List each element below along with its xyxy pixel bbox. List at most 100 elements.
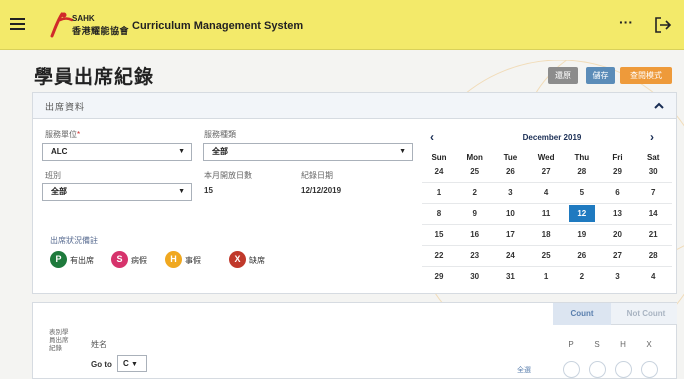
goto-letter-select[interactable]: C ▼: [117, 355, 147, 372]
calendar: ‹ December 2019 › Sun Mon Tue Wed Thu Fri Sat 2…: [422, 125, 672, 293]
select-all-button[interactable]: 全選: [517, 365, 531, 375]
calendar-weekday-header: Thu: [574, 153, 590, 162]
top-app-bar: SAHK 香港耀能協會 Curriculum Management System…: [0, 0, 684, 50]
calendar-day[interactable]: 17: [493, 226, 527, 243]
attendance-panel-header: 出席資料: [33, 93, 676, 119]
calendar-day[interactable]: 21: [636, 226, 670, 243]
calendar-day[interactable]: 24: [493, 247, 527, 264]
calendar-day[interactable]: 2: [458, 184, 492, 201]
calendar-month-label: December 2019: [522, 133, 582, 142]
chevron-down-icon: ▼: [399, 148, 406, 155]
calendar-row-divider: [422, 224, 672, 225]
logo-abbreviation: SAHK: [72, 14, 95, 23]
calendar-day[interactable]: 12: [568, 205, 595, 222]
calendar-day[interactable]: 6: [601, 184, 635, 201]
calendar-day[interactable]: 26: [493, 163, 527, 180]
calendar-weekday-header: Wed: [537, 153, 555, 162]
calendar-day[interactable]: 3: [493, 184, 527, 201]
calendar-day[interactable]: 31: [493, 268, 527, 285]
calendar-day[interactable]: 4: [636, 268, 670, 285]
select-all-status-radio[interactable]: [615, 361, 632, 378]
calendar-row-divider: [422, 182, 672, 183]
chevron-down-icon: ▼: [178, 188, 185, 195]
status-column-header: H: [620, 340, 626, 349]
page-title: 學員出席紀錄: [34, 67, 155, 88]
calendar-day[interactable]: 18: [529, 226, 563, 243]
calendar-day[interactable]: 28: [565, 163, 599, 180]
roster-panel: 表別學員出席紀錄 姓名 Go to C ▼ Count Not Count P S…: [32, 302, 677, 379]
calendar-day[interactable]: 1: [422, 184, 456, 201]
open-days-label: 本月開放日數: [204, 171, 252, 180]
legend-label: 有出席: [70, 256, 94, 265]
calendar-day[interactable]: 8: [422, 205, 456, 222]
save-button[interactable]: 儲存: [586, 67, 615, 84]
calendar-day[interactable]: 29: [422, 268, 456, 285]
calendar-day[interactable]: 2: [565, 268, 599, 285]
class-select[interactable]: 全部 ▼: [42, 183, 192, 201]
open-days-value: 15: [204, 186, 213, 195]
chevron-down-icon: ▼: [131, 361, 138, 368]
calendar-day[interactable]: 26: [565, 247, 599, 264]
more-options-button[interactable]: ···: [616, 14, 636, 34]
calendar-day[interactable]: 22: [422, 247, 456, 264]
calendar-day[interactable]: 24: [422, 163, 456, 180]
calendar-day[interactable]: 9: [458, 205, 492, 222]
select-all-status-radio[interactable]: [589, 361, 606, 378]
calendar-day[interactable]: 4: [529, 184, 563, 201]
calendar-day[interactable]: 1: [529, 268, 563, 285]
calendar-day[interactable]: 5: [565, 184, 599, 201]
select-all-status-radio[interactable]: [641, 361, 658, 378]
calendar-day[interactable]: 10: [493, 205, 527, 222]
revert-button[interactable]: 還原: [548, 67, 578, 84]
calendar-day[interactable]: 28: [636, 247, 670, 264]
status-badge: H: [165, 251, 182, 268]
status-badge: S: [111, 251, 128, 268]
calendar-day[interactable]: 27: [601, 247, 635, 264]
view-mode-button[interactable]: 查閱模式: [620, 67, 672, 84]
menu-icon[interactable]: [10, 18, 25, 30]
logout-icon[interactable]: [654, 17, 672, 33]
calendar-day[interactable]: 29: [601, 163, 635, 180]
select-all-status-radio[interactable]: [563, 361, 580, 378]
calendar-weekday-header: Mon: [466, 153, 483, 162]
legend-label: 病假: [131, 256, 147, 265]
calendar-day[interactable]: 30: [458, 268, 492, 285]
calendar-day[interactable]: 19: [565, 226, 599, 243]
service-type-select[interactable]: 全部 ▼: [203, 143, 413, 161]
logo-mark-icon: [50, 12, 74, 38]
status-column-header: P: [568, 340, 574, 349]
calendar-day[interactable]: 25: [458, 163, 492, 180]
goto-label: Go to: [91, 360, 112, 369]
legend-label: 事假: [185, 256, 201, 265]
calendar-day[interactable]: 7: [636, 184, 670, 201]
calendar-weekday-header: Fri: [612, 153, 623, 162]
chevron-right-icon[interactable]: ›: [650, 131, 662, 143]
status-badge: P: [50, 251, 67, 268]
calendar-day[interactable]: 3: [601, 268, 635, 285]
tab-not-count[interactable]: Not Count: [615, 303, 677, 325]
calendar-day[interactable]: 13: [601, 205, 635, 222]
calendar-weekday-header: Sun: [431, 153, 447, 162]
calendar-day[interactable]: 14: [636, 205, 670, 222]
app-title: Curriculum Management System: [132, 20, 304, 32]
calendar-day[interactable]: 20: [601, 226, 635, 243]
calendar-day[interactable]: 25: [529, 247, 563, 264]
calendar-day[interactable]: 11: [529, 205, 563, 222]
record-date-label: 紀錄日期: [301, 171, 333, 180]
calendar-day[interactable]: 27: [529, 163, 563, 180]
calendar-day[interactable]: 15: [422, 226, 456, 243]
calendar-row-divider: [422, 203, 672, 204]
service-unit-select[interactable]: ALC ▼: [42, 143, 192, 161]
calendar-day[interactable]: 16: [458, 226, 492, 243]
service-unit-label: 服務單位*: [45, 130, 81, 139]
count-tabs: Count Not Count: [553, 303, 677, 325]
calendar-row-divider: [422, 245, 672, 246]
legend-label: 缺席: [249, 256, 265, 265]
chevron-up-icon[interactable]: [652, 99, 666, 113]
calendar-day[interactable]: 23: [458, 247, 492, 264]
chevron-down-icon: ▼: [178, 148, 185, 155]
chevron-left-icon[interactable]: ‹: [430, 131, 442, 143]
calendar-weekday-header: Tue: [503, 153, 518, 162]
tab-count[interactable]: Count: [553, 303, 611, 325]
calendar-day[interactable]: 30: [636, 163, 670, 180]
